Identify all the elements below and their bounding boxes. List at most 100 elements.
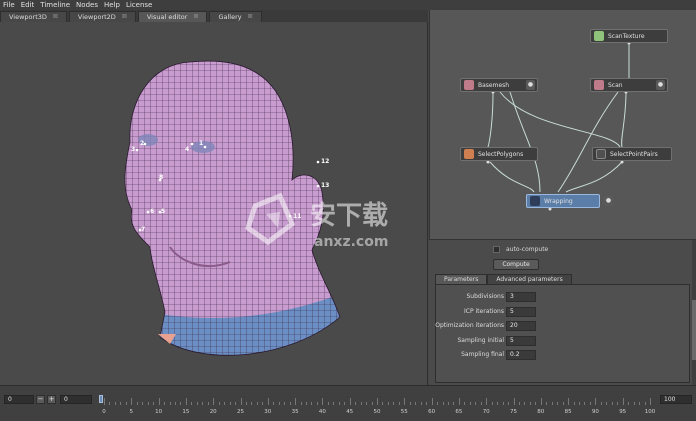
landmark-label[interactable]: 12 <box>321 158 329 165</box>
timeline-tick <box>633 402 635 405</box>
timeline-tick <box>442 402 444 405</box>
close-icon[interactable]: ⊠ <box>193 12 198 22</box>
node-label: SelectPolygons <box>478 150 524 158</box>
timeline-tick <box>333 402 335 405</box>
timeline-tick <box>589 402 591 405</box>
node-label: ScanTexture <box>608 32 645 40</box>
landmark-label[interactable]: 4 <box>185 146 189 153</box>
scrollbar-thumb[interactable] <box>692 300 696 360</box>
timeline-tick-label: 25 <box>237 409 244 415</box>
landmark-label[interactable]: 5 <box>161 208 165 215</box>
menu-file[interactable]: File <box>3 0 15 10</box>
timeline-tick <box>240 398 242 405</box>
properties-scrollbar[interactable] <box>692 240 696 385</box>
timeline-tick <box>437 402 439 405</box>
compute-button[interactable]: Compute <box>493 259 539 270</box>
close-icon[interactable]: ⊠ <box>53 12 58 22</box>
timeline-tick <box>202 402 204 405</box>
timeline-tick <box>404 398 406 405</box>
tab-label: Gallery <box>218 13 242 21</box>
bulb-icon[interactable]: ● <box>656 80 665 90</box>
close-icon[interactable]: ⊠ <box>248 12 253 22</box>
timeline-tick <box>311 402 313 405</box>
param-value-field[interactable]: 20 <box>506 321 536 331</box>
node-basemesh[interactable]: Basemesh ● <box>460 78 538 92</box>
timeline-current-field[interactable]: 0 <box>60 395 92 404</box>
timeline-tick <box>453 402 455 405</box>
auto-compute-toggle[interactable]: auto-compute <box>493 246 548 253</box>
parameters-box: Subdivisions 3 ICP iterations 5 Optimiza… <box>435 284 690 383</box>
timeline-start-field[interactable]: 0 <box>4 395 34 404</box>
param-row: Sampling final 0.2 <box>436 350 691 360</box>
tab-gallery[interactable]: Gallery ⊠ <box>209 11 262 22</box>
playhead-handle[interactable] <box>99 395 103 403</box>
tab-advanced-parameters[interactable]: Advanced parameters <box>487 274 572 284</box>
timeline-tick <box>327 402 329 405</box>
menu-help[interactable]: Help <box>104 0 120 10</box>
timeline-tick <box>229 402 231 405</box>
tab-viewport2d[interactable]: Viewport2D ⊠ <box>68 11 136 22</box>
param-value-field[interactable]: 5 <box>506 307 536 317</box>
tab-parameters[interactable]: Parameters <box>435 274 488 284</box>
landmark-label[interactable]: 6 <box>150 208 154 215</box>
timeline-tick <box>508 402 510 405</box>
minus-button[interactable]: − <box>36 395 45 404</box>
timeline-tick <box>475 402 477 405</box>
plus-button[interactable]: + <box>47 395 56 404</box>
timeline-tick <box>251 402 253 405</box>
landmark-label[interactable]: 8 <box>159 174 163 181</box>
timeline-tick <box>551 402 553 405</box>
watermark-cn: 安下载 <box>310 201 388 231</box>
timeline-tick <box>284 402 286 405</box>
node-label: Wrapping <box>544 197 573 205</box>
menu-timeline[interactable]: Timeline <box>40 0 70 10</box>
menu-nodes[interactable]: Nodes <box>76 0 98 10</box>
tab-viewport3d[interactable]: Viewport3D ⊠ <box>0 11 67 22</box>
timeline-tick <box>420 402 422 405</box>
timeline-tick-label: 30 <box>264 409 272 415</box>
timeline-tick <box>611 402 613 405</box>
timeline-tick-label: 95 <box>619 409 627 415</box>
viewport-tab-bar: Viewport3D ⊠ Viewport2D ⊠ Visual editor … <box>0 10 428 22</box>
timeline-tick <box>131 398 133 405</box>
node-selectpolygons[interactable]: SelectPolygons <box>460 147 538 161</box>
bulb-icon[interactable]: ● <box>526 80 535 90</box>
param-row: Sampling initial 5 <box>436 336 691 346</box>
timeline-tick <box>595 398 597 405</box>
node-selectpointpairs[interactable]: SelectPointPairs <box>592 147 672 161</box>
menu-license[interactable]: License <box>126 0 152 10</box>
timeline-ruler[interactable]: 0 5 10 15 20 25 30 35 40 45 50 55 60 65 70 75 80 85 90 95 10… <box>99 389 660 415</box>
node-scan[interactable]: Scan ● <box>590 78 668 92</box>
auto-compute-checkbox[interactable] <box>493 246 500 253</box>
param-row: ICP iterations 5 <box>436 307 691 317</box>
viewport-3d[interactable]: 2 3 4 1 12 13 8 11 6 5 7 安下载 anxz.com <box>0 22 428 385</box>
node-scantexture[interactable]: ScanTexture <box>590 29 668 43</box>
param-value-field[interactable]: 0.2 <box>506 350 536 360</box>
timeline-end-field[interactable]: 100 <box>660 395 692 404</box>
watermark: 安下载 anxz.com <box>240 184 415 254</box>
menu-edit[interactable]: Edit <box>21 0 35 10</box>
node-wrapping[interactable]: Wrapping ● <box>526 194 613 208</box>
timeline-tick-label: 35 <box>291 409 299 415</box>
timeline-tick <box>426 402 428 405</box>
point-pairs-icon <box>596 149 606 159</box>
timeline-tick <box>622 398 624 405</box>
timeline-tick <box>628 402 630 405</box>
timeline-tick <box>235 402 237 405</box>
landmark-label[interactable]: 3 <box>131 146 135 153</box>
timeline-tick <box>491 402 493 405</box>
close-icon[interactable]: ⊠ <box>122 12 127 22</box>
landmark-label[interactable]: 7 <box>141 226 145 233</box>
timeline-tick-label: 10 <box>155 409 163 415</box>
tab-visual-editor[interactable]: Visual editor ⊠ <box>137 11 208 22</box>
node-editor[interactable]: ScanTexture Basemesh ● Scan ● SelectPoly… <box>429 10 696 240</box>
param-value-field[interactable]: 5 <box>506 336 536 346</box>
landmark-label[interactable]: 1 <box>199 140 203 147</box>
bulb-icon[interactable]: ● <box>604 196 613 206</box>
param-value-field[interactable]: 3 <box>506 292 536 302</box>
landmark-label[interactable]: 2 <box>140 140 144 147</box>
timeline-tick <box>262 402 264 405</box>
timeline-tick <box>278 402 280 405</box>
timeline-tick <box>104 398 105 405</box>
timeline-tick <box>518 402 520 405</box>
